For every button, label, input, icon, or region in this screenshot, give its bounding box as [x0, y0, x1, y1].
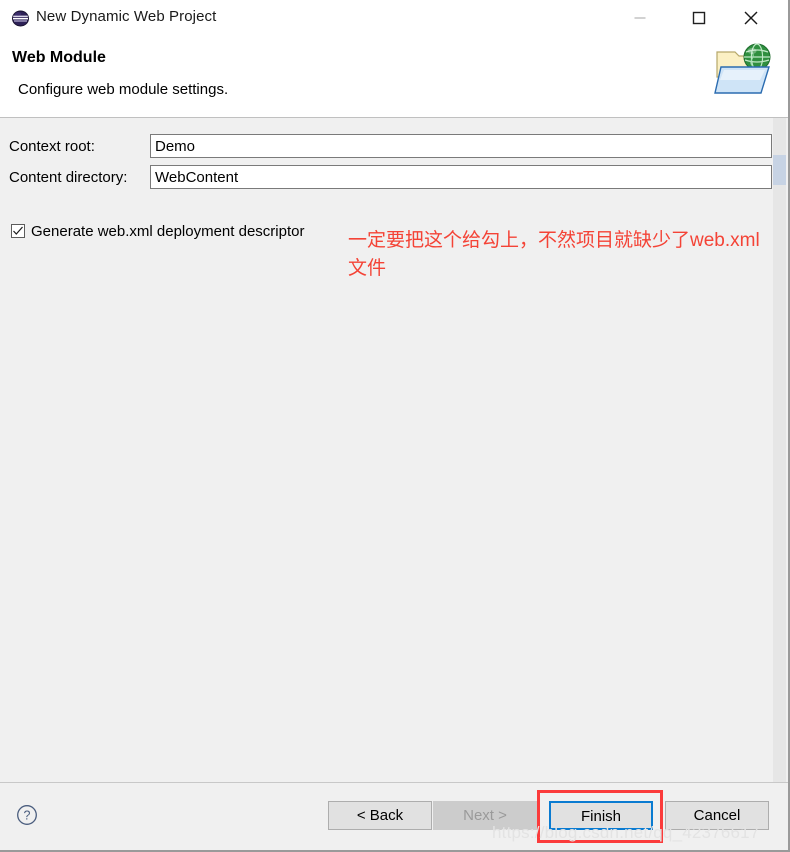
content-directory-input[interactable] [150, 165, 772, 189]
close-icon[interactable] [728, 0, 774, 36]
cancel-button[interactable]: Cancel [665, 801, 769, 830]
generate-webxml-label: Generate web.xml deployment descriptor [31, 222, 305, 240]
content-directory-label: Content directory: [9, 169, 128, 186]
new-dynamic-web-project-dialog: New Dynamic Web Project Web Module Confi… [0, 0, 790, 852]
annotation-text: 一定要把这个给勾上，不然项目就缺少了web.xml文件 [348, 230, 760, 279]
wizard-content [0, 118, 788, 782]
finish-button[interactable]: Finish [549, 801, 653, 830]
context-root-label: Context root: [9, 138, 95, 155]
maximize-icon[interactable] [676, 0, 722, 36]
page-description: Configure web module settings. [18, 81, 229, 98]
window-title: New Dynamic Web Project [36, 8, 217, 25]
context-root-input[interactable] [150, 134, 772, 158]
title-bar: New Dynamic Web Project [0, 0, 788, 36]
back-button[interactable]: < Back [328, 801, 432, 830]
next-button: Next > [433, 801, 537, 830]
web-folder-globe-icon [713, 39, 781, 101]
wizard-header: Web Module Configure web module settings… [0, 36, 788, 118]
minimize-icon[interactable] [617, 0, 663, 36]
page-title: Web Module [12, 49, 106, 66]
eclipse-sphere-icon [12, 10, 29, 27]
checkmark-icon[interactable] [11, 224, 25, 238]
svg-text:?: ? [24, 809, 31, 823]
vertical-scrollbar[interactable] [773, 118, 786, 782]
help-icon[interactable]: ? [16, 804, 38, 826]
scrollbar-thumb[interactable] [773, 155, 786, 185]
dialog-button-bar: ? < Back Next > Finish Cancel [0, 782, 788, 850]
generate-webxml-checkbox[interactable]: Generate web.xml deployment descriptor [11, 221, 304, 241]
